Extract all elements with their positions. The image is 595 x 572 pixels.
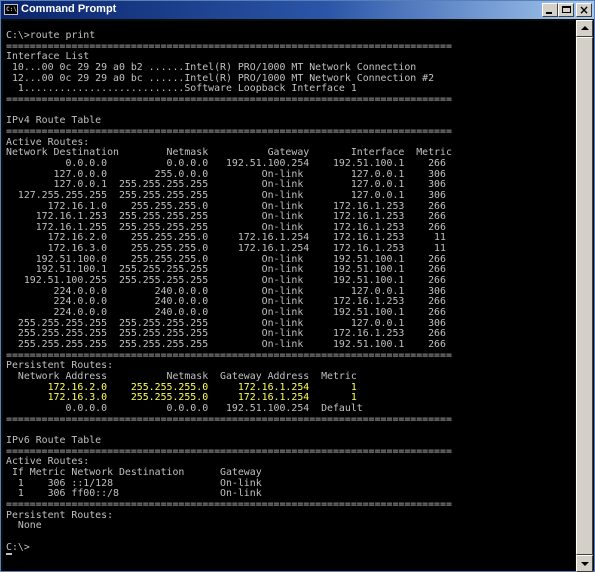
- section-heading: Persistent Routes:: [6, 509, 114, 521]
- persistent-none: None: [6, 520, 42, 532]
- scroll-down-button[interactable]: [576, 555, 593, 572]
- minimize-button[interactable]: [542, 3, 558, 17]
- table-header: If Metric Network Destination Gateway: [6, 466, 262, 478]
- scroll-thumb[interactable]: [576, 37, 593, 555]
- maximize-icon: [562, 6, 571, 13]
- separator-line: ========================================…: [6, 125, 452, 137]
- arrow-down-icon: [581, 562, 589, 566]
- arrow-up-icon: [581, 26, 589, 30]
- separator-line: ========================================…: [6, 445, 452, 457]
- scroll-up-button[interactable]: [576, 20, 593, 37]
- text-cursor: [6, 553, 12, 556]
- window-title: Command Prompt: [21, 3, 117, 15]
- close-button[interactable]: ×: [576, 3, 592, 17]
- separator-line: ========================================…: [6, 413, 452, 425]
- command-prompt-window: C:\ Command Prompt × C:\>route print ====…: [0, 0, 595, 572]
- cmd-window-icon[interactable]: C:\: [4, 4, 18, 15]
- minimize-icon: [546, 12, 552, 14]
- separator-line: ========================================…: [6, 93, 452, 105]
- section-heading: IPv6 Route Table: [6, 434, 102, 446]
- separator-line: ========================================…: [6, 40, 452, 52]
- maximize-button[interactable]: [558, 3, 574, 17]
- close-icon: ×: [578, 3, 590, 17]
- route-row: 127.255.255.255 255.255.255.255 On-link …: [6, 189, 446, 201]
- prompt-text: C:\>: [6, 541, 30, 553]
- console-output[interactable]: C:\>route print =========================…: [3, 21, 575, 571]
- prompt-line[interactable]: C:\>: [6, 541, 575, 556]
- vertical-scrollbar[interactable]: [576, 20, 593, 572]
- separator-line: ========================================…: [6, 498, 452, 510]
- title-bar[interactable]: C:\ Command Prompt ×: [1, 1, 594, 19]
- route-row: 0.0.0.0 0.0.0.0 192.51.100.254 192.51.10…: [6, 157, 446, 169]
